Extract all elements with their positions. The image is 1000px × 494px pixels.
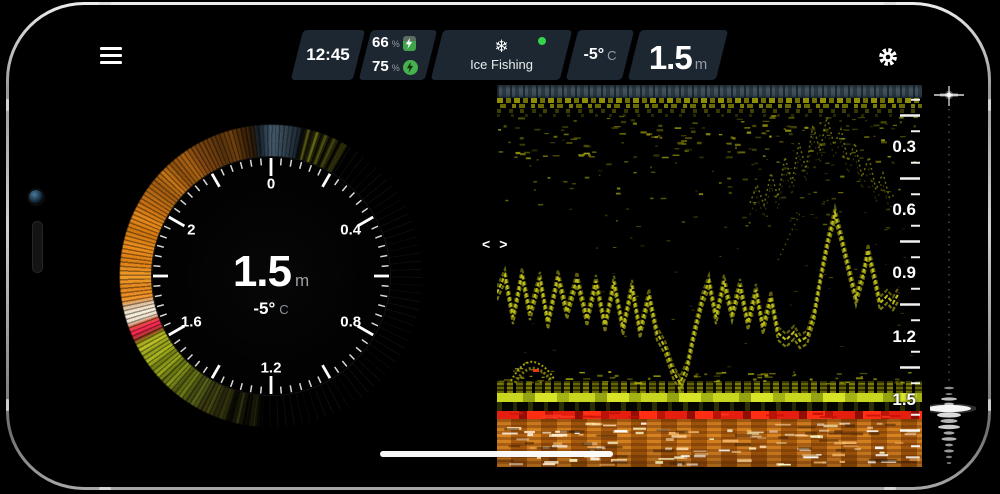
- flasher-readout: 1.5 m -5° C: [111, 116, 431, 436]
- depth-ruler-label: 0.3: [892, 137, 916, 157]
- antenna-band-notch: [6, 399, 9, 411]
- antenna-band-notch: [99, 487, 111, 490]
- battery-percent: 75: [372, 57, 389, 77]
- depth-display: 1.5 m: [634, 30, 722, 80]
- antenna-band-notch: [884, 487, 896, 490]
- bottom-echo-blob: [930, 387, 976, 464]
- antenna-band-notch: [884, 2, 896, 5]
- sonar-history-view[interactable]: 0.3 0.6 0.9 1.2 1.5: [497, 85, 922, 467]
- history-next-button[interactable]: >: [499, 236, 507, 252]
- depth-ruler-label: 0.6: [892, 200, 916, 220]
- battery-unit: %: [392, 34, 400, 54]
- depth-unit: m: [695, 56, 708, 73]
- flasher-depth-value: 1.5: [233, 247, 291, 297]
- front-camera: [29, 190, 43, 204]
- time-display: 12:45: [297, 30, 359, 80]
- temperature-value: -5°: [583, 46, 604, 64]
- antenna-band-notch: [6, 99, 9, 111]
- flasher-depth-unit: m: [295, 271, 309, 291]
- temperature-unit: C: [607, 48, 616, 63]
- menu-button[interactable]: [100, 47, 122, 64]
- battery-charging-round-icon: [403, 60, 418, 75]
- depth-ruler-label: 1.5: [892, 390, 916, 410]
- flasher-temp-value: -5°: [253, 299, 275, 319]
- status-bar: 12:45 66 % 75 %: [297, 30, 722, 80]
- gear-icon: [876, 45, 900, 69]
- antenna-band-notch: [988, 99, 991, 111]
- settings-button[interactable]: [876, 45, 900, 69]
- battery-percent: 66: [372, 33, 389, 53]
- battery-charging-icon: [403, 36, 416, 51]
- depth-ruler-ticks: [497, 85, 922, 467]
- mode-selector[interactable]: ❄ Ice Fishing: [437, 30, 566, 80]
- flasher-temp-unit: C: [279, 302, 288, 317]
- antenna-band-notch: [988, 399, 991, 411]
- battery-row-sonar: 75 %: [372, 56, 431, 78]
- time-label: 12:45: [297, 30, 359, 80]
- flasher-dial: 00.40.81.21.62 1.5 m -5° C: [111, 116, 431, 436]
- snowflake-icon: ❄: [494, 38, 508, 56]
- battery-status: 66 % 75 %: [365, 30, 431, 80]
- connection-status-dot: [538, 37, 546, 45]
- depth-ruler-label: 0.9: [892, 263, 916, 283]
- depth-value: 1.5: [649, 39, 692, 77]
- depth-ruler-label: 1.2: [892, 327, 916, 347]
- temperature-display: -5° C: [572, 30, 628, 80]
- battery-row-device: 66 %: [372, 32, 431, 54]
- history-prev-button[interactable]: <: [482, 236, 490, 252]
- history-nav: < >: [482, 236, 507, 252]
- antenna-band-notch: [99, 2, 111, 5]
- battery-unit: %: [392, 58, 400, 78]
- mode-label: Ice Fishing: [470, 57, 533, 72]
- a-scope-strip: [930, 85, 976, 470]
- earpiece-speaker: [32, 221, 43, 273]
- app-root: 12:45 66 % 75 %: [0, 0, 1000, 494]
